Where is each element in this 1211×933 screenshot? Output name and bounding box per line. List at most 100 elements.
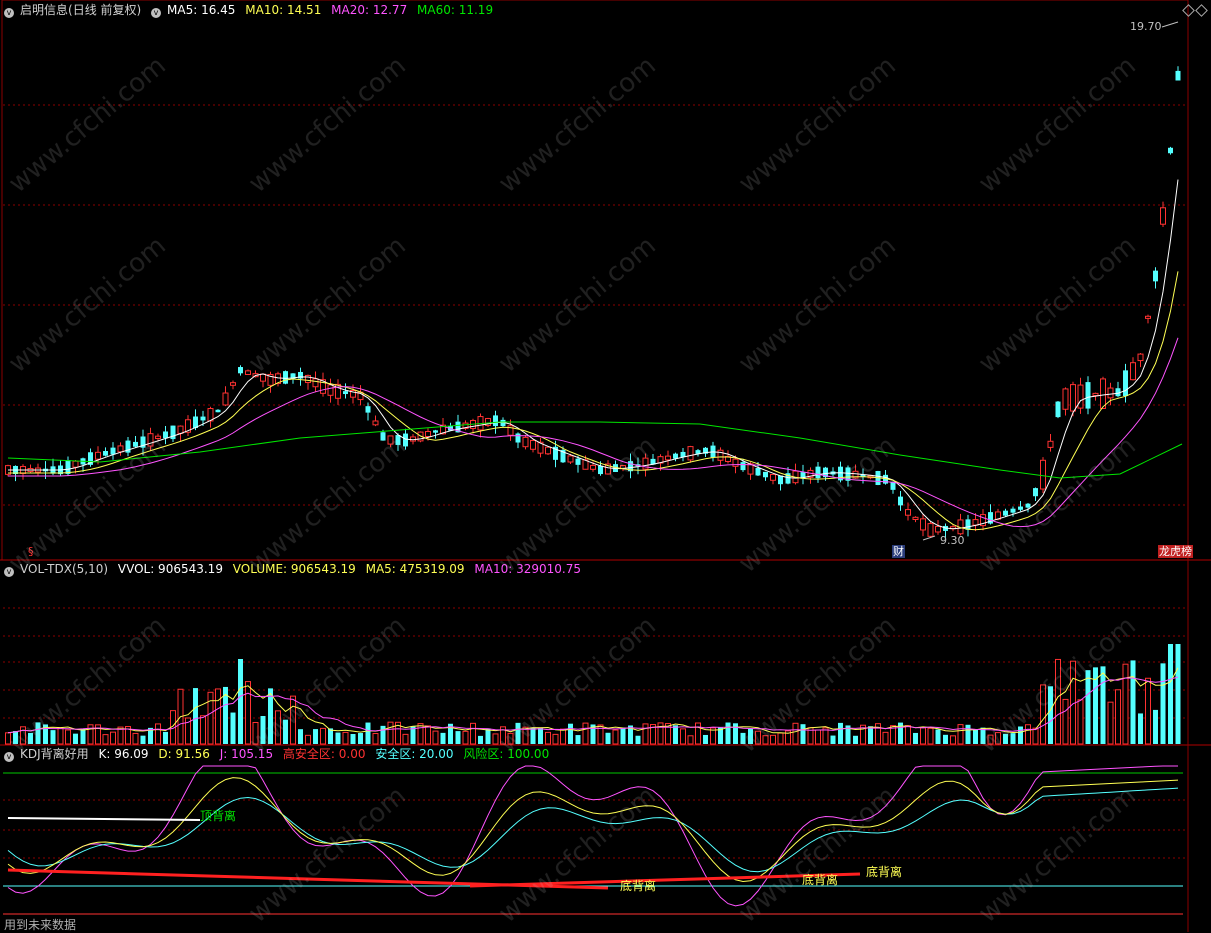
- volume-bar-down: [538, 727, 543, 744]
- volume-bar-up: [687, 735, 694, 745]
- volume-bar-up: [920, 727, 926, 745]
- volume-bar-up: [252, 721, 259, 745]
- volume-bar-down: [1048, 686, 1053, 744]
- candle-up: [1077, 384, 1084, 409]
- volume-bar-up: [815, 729, 821, 745]
- volume-bar-up: [882, 731, 889, 745]
- chevron-down-icon[interactable]: v: [4, 8, 14, 18]
- finance-marker[interactable]: 财: [892, 545, 905, 558]
- candle-down: [1018, 506, 1023, 510]
- bottom-divergence-label: 底背离: [802, 873, 839, 887]
- main-panel-frame: [1, 0, 1189, 561]
- candle-down: [740, 462, 746, 471]
- volume-bar-up: [875, 723, 881, 745]
- volume-bar-up: [642, 723, 649, 745]
- vol-ma10-value: MA10: 329010.75: [474, 562, 581, 576]
- candle-up: [1107, 387, 1114, 399]
- volume-bar-up: [387, 721, 394, 745]
- chevron-down-icon[interactable]: v: [4, 752, 14, 762]
- stock-chart[interactable]: [0, 0, 1211, 932]
- vvol-value: VVOL: 906543.19: [117, 562, 223, 576]
- volume-bar-up: [995, 732, 1001, 745]
- ma10-value: MA10: 14.51: [245, 3, 322, 17]
- volume-bar-up: [950, 735, 956, 745]
- candle-down: [1033, 488, 1038, 497]
- volume-bar-down: [673, 725, 678, 744]
- candle-up: [687, 446, 694, 461]
- volume-bar-down: [530, 727, 536, 744]
- high-price-pointer: [1161, 21, 1179, 28]
- volume-bar-down: [1175, 644, 1181, 744]
- candle-up: [1062, 388, 1069, 410]
- volume-bar-up: [110, 731, 116, 745]
- high-safe-zone: 高安全区: 0.00: [282, 747, 366, 761]
- volume-bar-up: [290, 695, 296, 745]
- ma5-line: [8, 179, 1179, 530]
- volume-bar-up: [762, 735, 769, 745]
- candle-up: [425, 430, 431, 438]
- volume-bar-down: [1003, 733, 1008, 744]
- volume-bar-down: [50, 730, 56, 744]
- volume-bar-up: [777, 732, 784, 745]
- chevron-down-icon[interactable]: v: [151, 8, 162, 18]
- volume-bar-down: [838, 722, 843, 744]
- volume-bar-down: [575, 735, 581, 744]
- volume-bar-down: [635, 735, 641, 744]
- volume-bar-down: [605, 732, 611, 744]
- volume-bar-down: [313, 729, 318, 744]
- candle-down: [1153, 270, 1158, 282]
- volume-bar-up: [1040, 684, 1046, 745]
- volume-bar-up: [417, 723, 424, 745]
- volume-bar-down: [80, 728, 86, 744]
- volume-bar-up: [207, 691, 214, 745]
- volume-bar-up: [927, 727, 934, 745]
- candle-down: [343, 391, 348, 395]
- candle-down: [778, 475, 783, 485]
- volume-bar-up: [545, 731, 551, 745]
- volume-bar-up: [1107, 701, 1114, 745]
- volume-bar-up: [507, 732, 514, 745]
- volume-bar-up: [560, 728, 566, 745]
- event-marker[interactable]: §: [28, 545, 34, 558]
- candle-up: [410, 436, 416, 442]
- candle-up: [530, 439, 536, 450]
- volume-bar-down: [440, 732, 446, 744]
- volume-bar-down: [800, 724, 806, 744]
- top-divergence-label: 顶背离: [200, 809, 237, 823]
- volume-bar-up: [1062, 698, 1069, 745]
- volume-bar-down: [733, 723, 738, 744]
- dragon-tiger-marker[interactable]: 龙虎榜: [1158, 545, 1193, 558]
- candle-down: [575, 458, 581, 465]
- volume-bar-up: [905, 725, 911, 745]
- volume-bar-down: [568, 723, 573, 744]
- volume-bar-down: [935, 729, 941, 744]
- volume-bar-up: [492, 733, 499, 745]
- candle-up: [717, 449, 724, 461]
- candle-down: [1055, 401, 1061, 418]
- candle-up: [912, 516, 919, 520]
- volume-bar-down: [478, 735, 483, 744]
- volume-bar-down: [748, 728, 753, 744]
- candle-down: [200, 416, 206, 421]
- volume-bar-down: [163, 731, 168, 744]
- volume-bar-down: [1100, 666, 1106, 744]
- volume-bar-down: [238, 659, 243, 744]
- volume-bar-down: [853, 735, 858, 744]
- vol-ma5-value: MA5: 475319.09: [365, 562, 465, 576]
- candle-down: [110, 447, 116, 455]
- candle-up: [1092, 392, 1099, 397]
- volume-bar-up: [372, 733, 379, 745]
- volume-bar-down: [455, 731, 461, 744]
- volume-bar-up: [1055, 658, 1061, 745]
- candle-up: [222, 392, 229, 406]
- volume-bar-up: [57, 727, 64, 745]
- candle-down: [380, 432, 386, 441]
- candle-down: [1175, 70, 1181, 81]
- volume-bar-down: [973, 729, 978, 744]
- candle-down: [433, 430, 438, 433]
- candle-down: [1025, 503, 1031, 508]
- candle-down: [103, 451, 108, 456]
- volume-bar-down: [740, 732, 746, 744]
- candle-up: [972, 519, 979, 526]
- chevron-down-icon[interactable]: v: [4, 567, 14, 577]
